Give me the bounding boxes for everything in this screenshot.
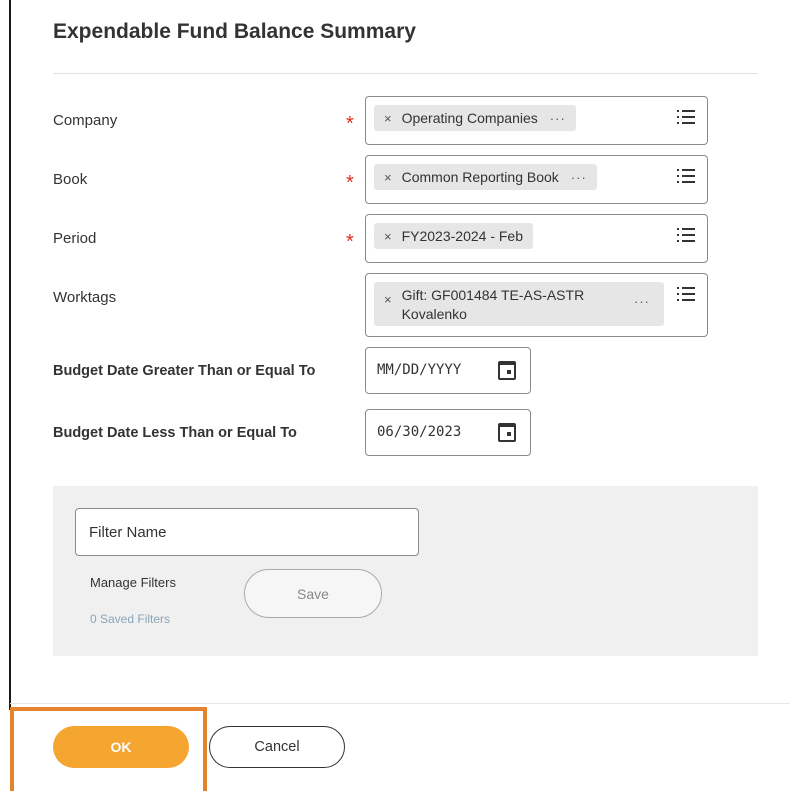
book-prompt[interactable]: × Common Reporting Book ··· [365, 155, 708, 204]
budget-date-gte-placeholder: MM/DD/YYYY [377, 362, 462, 378]
company-value: Operating Companies [401, 110, 538, 126]
worktags-label: Worktags [53, 289, 117, 306]
window-edge [0, 0, 11, 791]
period-selected-pill[interactable]: × FY2023-2024 - Feb [374, 223, 533, 249]
calendar-icon[interactable] [498, 361, 516, 380]
company-label: Company [53, 112, 118, 129]
required-indicator: * [346, 172, 354, 194]
period-label: Period [53, 230, 97, 247]
company-selected-pill[interactable]: × Operating Companies ··· [374, 105, 576, 131]
budget-date-lte-input[interactable]: 06/30/2023 [365, 409, 531, 456]
worktags-prompt[interactable]: × Gift: GF001484 TE-AS-ASTR Kovalenko ··… [365, 273, 708, 337]
book-selected-pill[interactable]: × Common Reporting Book ··· [374, 164, 597, 190]
close-icon[interactable]: × [384, 111, 392, 126]
manage-filters-label: Manage Filters [90, 575, 176, 590]
worktags-value-line2: Kovalenko [401, 306, 467, 322]
budget-date-gte-input[interactable]: MM/DD/YYYY [365, 347, 531, 394]
close-icon[interactable]: × [384, 170, 392, 185]
more-icon[interactable]: ··· [571, 170, 587, 185]
more-icon[interactable]: ··· [550, 111, 566, 126]
calendar-icon[interactable] [498, 423, 516, 442]
book-label: Book [53, 171, 88, 188]
dialog-title: Expendable Fund Balance Summary [53, 20, 416, 43]
saved-filters-panel: Manage Filters 0 Saved Filters Save [53, 486, 758, 656]
save-filter-button[interactable]: Save [244, 569, 382, 618]
footer-divider [10, 703, 790, 704]
budget-date-lte-value: 06/30/2023 [377, 424, 462, 440]
period-prompt[interactable]: × FY2023-2024 - Feb [365, 214, 708, 263]
required-indicator: * [346, 231, 354, 253]
title-divider [53, 73, 758, 74]
saved-filters-count[interactable]: 0 Saved Filters [90, 612, 170, 626]
cancel-button[interactable]: Cancel [209, 726, 345, 768]
book-value: Common Reporting Book [401, 169, 559, 185]
more-icon[interactable]: ··· [634, 294, 650, 309]
list-icon[interactable] [677, 286, 695, 302]
budget-date-lte-label: Budget Date Less Than or Equal To [53, 425, 297, 441]
budget-date-gte-label: Budget Date Greater Than or Equal To [53, 363, 316, 379]
worktags-selected-pill[interactable]: × Gift: GF001484 TE-AS-ASTR Kovalenko ··… [374, 282, 664, 326]
filter-name-input[interactable] [75, 508, 419, 556]
company-prompt[interactable]: × Operating Companies ··· [365, 96, 708, 145]
close-icon[interactable]: × [384, 292, 392, 307]
list-icon[interactable] [677, 227, 695, 243]
list-icon[interactable] [677, 109, 695, 125]
ok-highlight-box [10, 707, 207, 791]
worktags-value-line1: Gift: GF001484 TE-AS-ASTR [401, 287, 585, 303]
close-icon[interactable]: × [384, 229, 392, 244]
period-value: FY2023-2024 - Feb [401, 228, 523, 244]
required-indicator: * [346, 113, 354, 135]
list-icon[interactable] [677, 168, 695, 184]
